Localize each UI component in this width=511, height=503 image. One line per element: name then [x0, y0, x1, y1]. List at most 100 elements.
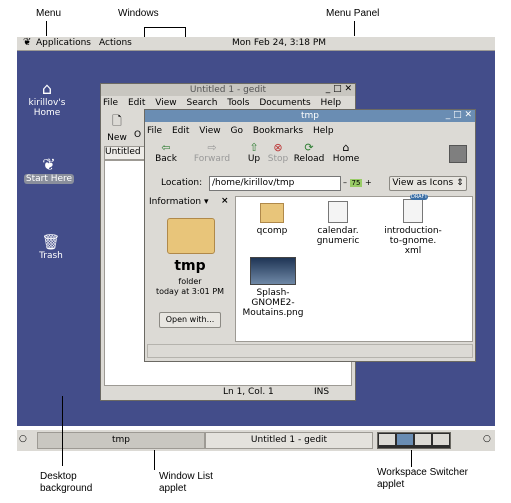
- forward-arrow-icon: ⇨: [207, 141, 217, 154]
- up-label: Up: [247, 154, 261, 164]
- trash-label: Trash: [39, 251, 63, 261]
- nautilus-menubar: File Edit View Go Bookmarks Help: [147, 126, 473, 138]
- nautilus-titlebar[interactable]: tmp: [145, 110, 475, 122]
- forward-button[interactable]: ⇨ Forward: [191, 141, 233, 164]
- callout-desktop-background: Desktop background: [40, 471, 93, 494]
- gedit-menu-documents[interactable]: Documents: [259, 98, 310, 108]
- leader-workspace-switcher: [411, 450, 412, 467]
- side-pane-header: Information ▾ ×: [147, 196, 233, 208]
- callout-workspace-switcher-applet: Workspace Switcher applet: [377, 467, 468, 490]
- open-with-button[interactable]: Open with...: [159, 312, 221, 328]
- home-icon-label: kirillov's Home: [28, 98, 66, 118]
- nautilus-statusbar: [147, 344, 473, 358]
- home-icon: ⌂: [342, 141, 350, 154]
- file-item[interactable]: calendar. gnumeric: [310, 201, 366, 246]
- up-button[interactable]: ⇧ Up: [245, 141, 263, 164]
- location-input[interactable]: /home/kirillov/tmp: [209, 176, 341, 191]
- task-button-gedit[interactable]: Untitled 1 - gedit: [205, 432, 373, 449]
- gedit-menu-search[interactable]: Search: [186, 98, 217, 108]
- workspace-switcher[interactable]: [377, 432, 451, 449]
- nautilus-menu-view[interactable]: View: [199, 126, 220, 136]
- nautilus-menu-edit[interactable]: Edit: [172, 126, 189, 136]
- gedit-menu-edit[interactable]: Edit: [128, 98, 145, 108]
- stop-label: Stop: [267, 154, 289, 164]
- nautilus-menu-file[interactable]: File: [147, 126, 162, 136]
- gedit-menu-help[interactable]: Help: [321, 98, 342, 108]
- side-pane-mode-select[interactable]: Information ▾: [149, 197, 209, 207]
- file-item[interactable]: Splash- GNOME2- Moutains.png: [238, 257, 308, 318]
- leader-windows-h: [144, 27, 186, 28]
- nautilus-menu-bookmarks[interactable]: Bookmarks: [253, 126, 303, 136]
- task-tmp-label: tmp: [111, 435, 130, 445]
- gedit-open-partial[interactable]: O: [134, 130, 141, 140]
- zoom-out-icon[interactable]: –: [343, 178, 347, 187]
- house-icon: ⌂: [41, 79, 53, 98]
- leader-window-list: [154, 450, 155, 470]
- panel-hide-button-right[interactable]: ○: [483, 434, 491, 444]
- gedit-tab[interactable]: Untitled: [104, 146, 146, 160]
- stop-button[interactable]: ⊗ Stop: [267, 141, 289, 164]
- side-pane-folder-name: tmp: [174, 258, 206, 274]
- gedit-window-controls[interactable]: _ □ ✕: [326, 84, 352, 94]
- clock[interactable]: Mon Feb 24, 3:18 PM: [232, 38, 326, 48]
- side-pane-folder-date: today at 3:01 PM: [155, 287, 225, 296]
- start-here-desktop-icon[interactable]: ❦ Start Here: [19, 155, 79, 184]
- open-with-label: Open with...: [165, 315, 215, 324]
- home-button[interactable]: ⌂ Home: [331, 141, 361, 164]
- foot-icon[interactable]: ❦: [23, 37, 31, 48]
- zoom-control[interactable]: – 75 +: [343, 178, 372, 187]
- trash-desktop-icon[interactable]: 🗑 Trash: [21, 233, 81, 261]
- callout-menu: Menu: [36, 8, 62, 19]
- icon-view[interactable]: qcomp calendar. gnumeric DRAFT introduct…: [235, 194, 473, 342]
- leader-menu: [46, 21, 47, 36]
- workspace-2[interactable]: [397, 434, 413, 445]
- gedit-titlebar[interactable]: Untitled 1 - gedit: [101, 84, 355, 96]
- side-pane-close-icon[interactable]: ×: [221, 196, 229, 206]
- file-item[interactable]: qcomp: [244, 203, 300, 236]
- leader-menu-panel: [354, 21, 355, 36]
- reload-icon: ⟳: [304, 141, 314, 154]
- nautilus-title: tmp: [300, 111, 319, 121]
- nautilus-window-controls[interactable]: _ □ ✕: [446, 110, 472, 120]
- zoom-value: 75: [349, 179, 363, 187]
- desktop-background[interactable]: ⌂ kirillov's Home ❦ Start Here 🗑 Trash U…: [17, 51, 495, 426]
- workspace-3[interactable]: [415, 434, 431, 445]
- panel-hide-button-left[interactable]: ○: [19, 434, 27, 444]
- gedit-menu-file[interactable]: File: [103, 98, 118, 108]
- back-label: Back: [155, 154, 177, 164]
- workspace-1[interactable]: [379, 434, 395, 445]
- gedit-title: Untitled 1 - gedit: [189, 85, 267, 95]
- applications-menu[interactable]: Applications: [36, 38, 91, 48]
- view-as-label: View as Icons: [392, 178, 454, 188]
- new-document-icon: 🗋: [112, 114, 122, 128]
- forward-label: Forward: [193, 154, 231, 164]
- workspace-4[interactable]: [433, 434, 449, 445]
- back-button[interactable]: ⇦ Back: [151, 141, 181, 164]
- gedit-menu-view[interactable]: View: [155, 98, 176, 108]
- nautilus-window[interactable]: tmp _ □ ✕ File Edit View Go Bookmarks He…: [144, 109, 476, 362]
- file-label: calendar. gnumeric: [316, 226, 360, 246]
- gedit-status-mode: INS: [314, 387, 330, 397]
- gedit-tab-label: Untitled: [105, 147, 141, 157]
- file-item[interactable]: DRAFT introduction- to-gnome. xml: [380, 194, 446, 256]
- file-label: Splash- GNOME2- Moutains.png: [242, 288, 304, 318]
- callout-window-list-applet: Window List applet: [159, 471, 213, 494]
- actions-menu[interactable]: Actions: [99, 38, 132, 48]
- zoom-in-icon[interactable]: +: [365, 178, 372, 187]
- nautilus-menu-go[interactable]: Go: [230, 126, 242, 136]
- spreadsheet-icon: [328, 201, 348, 223]
- nautilus-menu-help[interactable]: Help: [313, 126, 334, 136]
- reload-button[interactable]: ⟳ Reload: [293, 141, 325, 164]
- gedit-menu-tools[interactable]: Tools: [227, 98, 249, 108]
- task-gedit-label: Untitled 1 - gedit: [250, 435, 328, 445]
- trash-icon: 🗑: [41, 233, 61, 251]
- side-pane-mode-label: Information: [149, 197, 202, 207]
- gedit-new-button[interactable]: 🗋 New: [106, 112, 128, 143]
- bottom-panel: ○ tmp Untitled 1 - gedit ○: [17, 429, 495, 451]
- large-folder-icon: [167, 218, 215, 254]
- up-arrow-icon: ⇧: [249, 141, 259, 154]
- menu-panel: ❦ Applications Actions Mon Feb 24, 3:18 …: [17, 37, 495, 51]
- view-as-select[interactable]: View as Icons ⇕: [389, 176, 467, 191]
- home-desktop-icon[interactable]: ⌂ kirillov's Home: [17, 79, 77, 118]
- location-label: Location:: [161, 178, 203, 188]
